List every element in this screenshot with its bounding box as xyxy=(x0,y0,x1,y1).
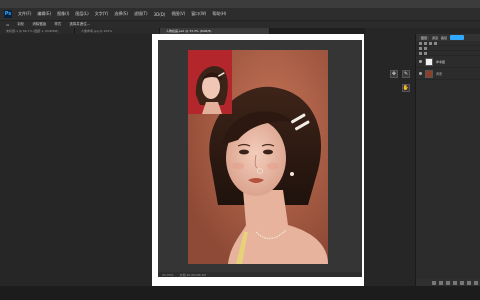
menu-filter[interactable]: 滤镜(T) xyxy=(134,11,148,17)
filter-pixel-icon[interactable] xyxy=(424,41,427,45)
bottom-strip xyxy=(0,286,480,300)
tab-channels[interactable]: 通道 xyxy=(432,36,438,40)
lock-icon[interactable] xyxy=(419,51,422,55)
zoom-level[interactable]: 33.33% xyxy=(162,273,173,277)
adjustment-icon[interactable] xyxy=(453,280,457,285)
layer-thumb-icon xyxy=(425,69,433,78)
layer-item[interactable]: 参考图 xyxy=(416,56,480,68)
feather-option[interactable]: 羽化 xyxy=(17,22,24,27)
link-icon[interactable] xyxy=(432,280,436,285)
layer-item[interactable]: 背景 xyxy=(416,68,480,80)
trash-icon[interactable] xyxy=(474,280,478,285)
status-bar: 33.33% 文档:20.6M/98.2M xyxy=(158,272,362,277)
tab-layers[interactable]: 图层 xyxy=(419,35,430,40)
hand-icon[interactable]: ✋ xyxy=(402,84,410,92)
opacity-icon[interactable] xyxy=(424,46,427,50)
menu-3d[interactable]: 3D(D) xyxy=(154,12,166,17)
new-layer-icon[interactable] xyxy=(467,280,471,285)
mask-icon[interactable] xyxy=(446,280,450,285)
document-info: 文档:20.6M/98.2M xyxy=(179,272,207,277)
menu-window[interactable]: 窗口(W) xyxy=(191,11,206,17)
move-icon[interactable]: ✥ xyxy=(390,70,398,78)
filter-type-icon[interactable] xyxy=(434,41,437,45)
fx-icon[interactable] xyxy=(439,280,443,285)
tab-paths[interactable]: 路径 xyxy=(441,36,447,40)
menu-select[interactable]: 选择(S) xyxy=(114,11,128,17)
layers-panel: 图层 通道 路径 参考图 背景 xyxy=(415,34,480,286)
layer-thumb-icon xyxy=(425,57,433,66)
panel-header: 图层 通道 路径 xyxy=(416,34,480,41)
menu-type[interactable]: 文字(Y) xyxy=(95,11,109,17)
eye-icon[interactable] xyxy=(419,60,422,63)
menu-image[interactable]: 图像(I) xyxy=(57,11,69,17)
marquee-option[interactable]: ▭ xyxy=(6,23,9,27)
select-and-mask-button[interactable]: 选择并遮住... xyxy=(69,22,90,27)
fill-icon[interactable] xyxy=(424,51,427,55)
title-bar xyxy=(0,0,480,8)
layer-name: 参考图 xyxy=(436,59,446,64)
folder-icon[interactable] xyxy=(460,280,464,285)
filter-kind-icon[interactable] xyxy=(419,41,422,45)
eye-icon[interactable] xyxy=(419,72,422,75)
style-option[interactable]: 样式 xyxy=(54,22,61,27)
menu-file[interactable]: 文件(F) xyxy=(18,11,31,17)
menu-edit[interactable]: 编辑(E) xyxy=(37,11,51,17)
menu-bar: Ps 文件(F) 编辑(E) 图像(I) 图层(L) 文字(Y) 选择(S) 滤… xyxy=(0,8,480,20)
blend-mode-icon[interactable] xyxy=(419,46,422,50)
document-canvas[interactable] xyxy=(158,40,362,272)
search-filter-chip[interactable] xyxy=(450,35,465,40)
floating-toolbox: ✥ ✎ ✋ xyxy=(390,70,412,98)
layer-actions xyxy=(416,279,480,286)
options-bar: ▭ 羽化 消除锯齿 样式 选择并遮住... xyxy=(0,20,480,28)
menu-layer[interactable]: 图层(L) xyxy=(75,11,88,17)
menu-view[interactable]: 视图(V) xyxy=(171,11,185,17)
eyedropper-icon[interactable]: ✎ xyxy=(402,70,410,78)
menu-help[interactable]: 帮助(H) xyxy=(212,11,226,17)
portrait-artwork xyxy=(188,50,328,264)
layer-name: 背景 xyxy=(436,71,443,76)
photoshop-logo: Ps xyxy=(4,10,12,18)
antialias-option[interactable]: 消除锯齿 xyxy=(32,22,46,27)
filter-adjust-icon[interactable] xyxy=(429,41,432,45)
